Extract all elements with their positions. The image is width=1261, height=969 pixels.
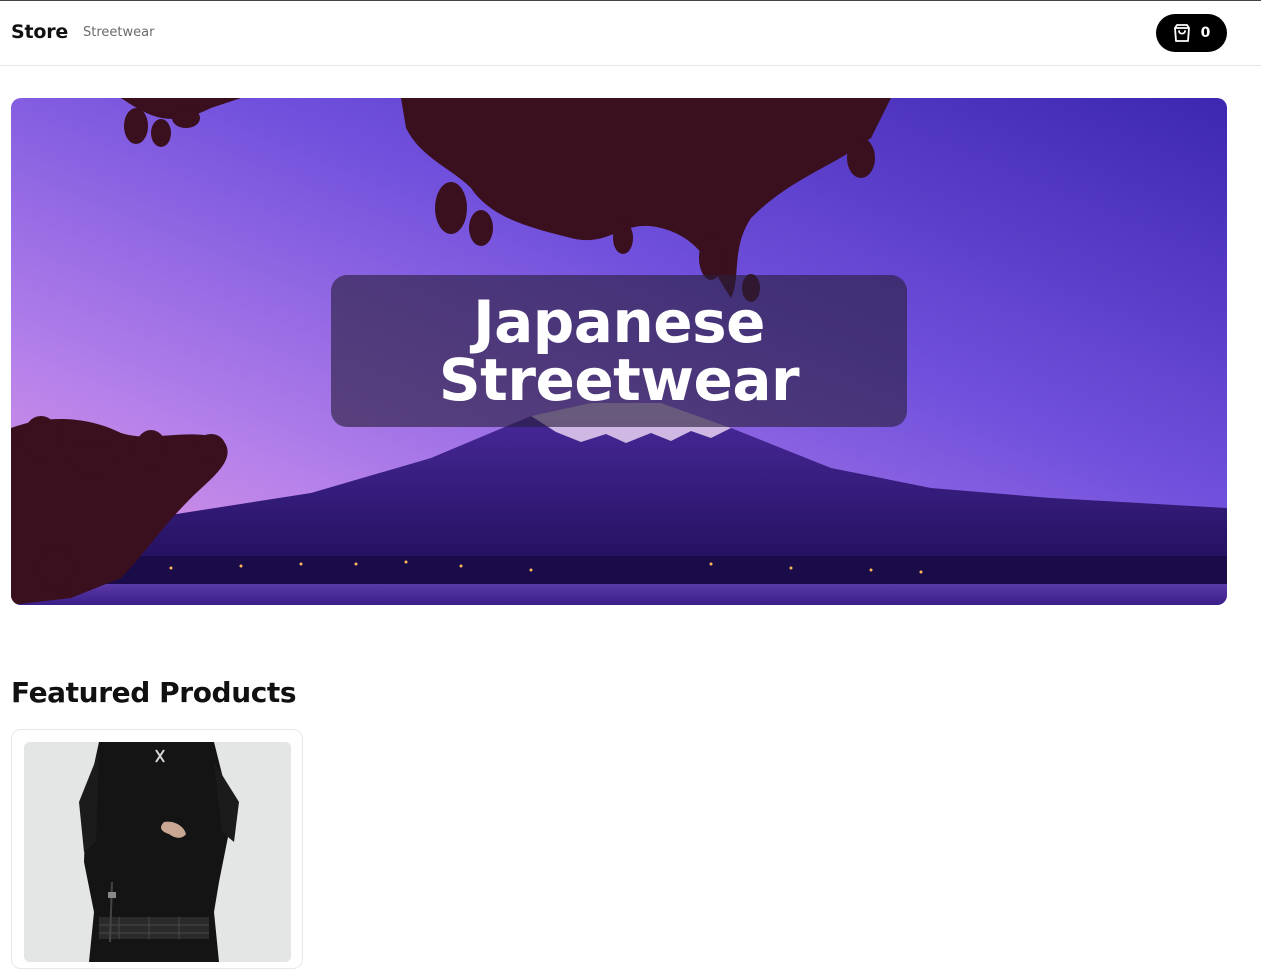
navbar: Store Streetwear 0 xyxy=(0,1,1261,66)
hero-title-overlay: Japanese Streetwear xyxy=(331,275,907,427)
cart-button[interactable]: 0 xyxy=(1156,14,1227,52)
shopping-bag-icon xyxy=(1173,23,1191,43)
nav-link-streetwear[interactable]: Streetwear xyxy=(83,25,154,40)
store-logo-link[interactable]: Store xyxy=(11,21,68,43)
product-photo-black-hoodie xyxy=(24,742,291,962)
featured-products-heading: Featured Products xyxy=(11,676,297,709)
product-image[interactable] xyxy=(24,742,291,962)
hero-title: Japanese Streetwear xyxy=(438,288,800,414)
product-card[interactable] xyxy=(11,729,303,969)
cart-count: 0 xyxy=(1200,25,1211,41)
hero-banner: Japanese Streetwear xyxy=(11,98,1227,605)
